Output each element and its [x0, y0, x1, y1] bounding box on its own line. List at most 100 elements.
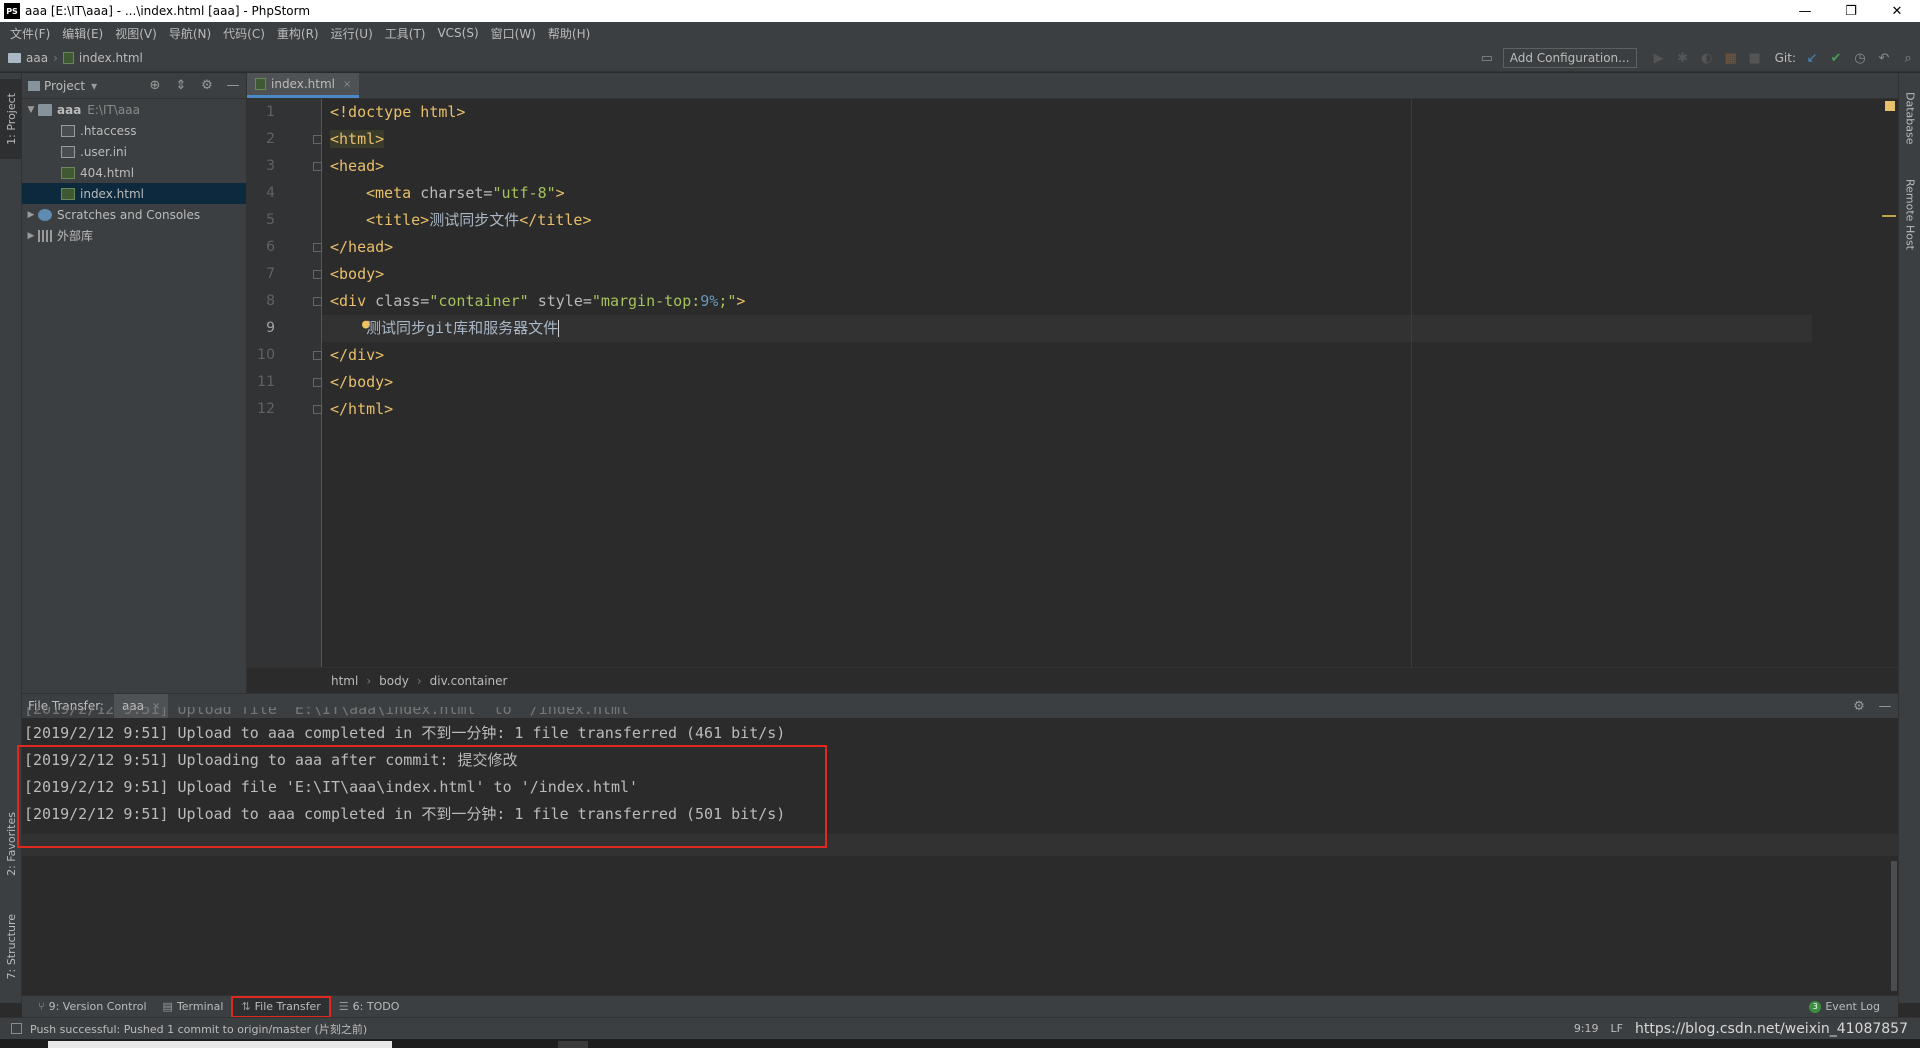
tree-item-user-ini[interactable]: .user.ini [22, 141, 246, 162]
tool-windows-toggle-icon[interactable] [11, 1023, 22, 1034]
menu-window[interactable]: 窗口(W) [485, 25, 542, 42]
code-token: "utf-8" [492, 184, 556, 202]
fold-marker-icon[interactable] [313, 243, 322, 252]
project-panel: Project ▾ ⊕ ⇕ ⚙ — ▼ aaa E:\IT\aaa .htacc… [22, 73, 247, 693]
code-line-12: </html> [330, 396, 393, 423]
hide-panel-icon[interactable]: — [220, 78, 246, 93]
file-transfer-tool-button[interactable]: ⇅ File Transfer [231, 995, 331, 1018]
git-rollback-icon[interactable]: ↶ [1872, 46, 1896, 70]
menu-file[interactable]: 文件(F) [4, 25, 56, 42]
code-line-11: </body> [330, 369, 393, 396]
nav-project-label: aaa [26, 50, 49, 65]
menu-run[interactable]: 运行(U) [325, 25, 379, 42]
editor-tab-index-html[interactable]: index.html × [247, 73, 360, 98]
tree-item-index-html[interactable]: index.html [22, 183, 246, 204]
log-line: [2019/2/12 9:51] Upload to aaa completed… [24, 724, 786, 742]
code-line-5: <title>测试同步文件</title> [366, 207, 591, 234]
line-separator[interactable]: LF [1611, 1022, 1623, 1035]
code-line-4: <meta charset="utf-8"> [366, 180, 565, 207]
version-control-tool-button[interactable]: ⑂ 9: Version Control [30, 996, 155, 1018]
taskbar-window[interactable] [558, 1041, 588, 1048]
menu-code[interactable]: 代码(C) [217, 25, 271, 42]
menu-edit[interactable]: 编辑(E) [56, 25, 109, 42]
close-window-button[interactable]: ✕ [1874, 0, 1920, 22]
tree-item-404-html[interactable]: 404.html [22, 162, 246, 183]
git-update-icon[interactable]: ↙ [1800, 46, 1824, 70]
fold-marker-icon[interactable] [313, 378, 322, 387]
tree-item-htaccess[interactable]: .htaccess [22, 120, 246, 141]
search-icon[interactable]: ⌕ [1896, 46, 1920, 70]
git-commit-icon[interactable]: ✔ [1824, 46, 1848, 70]
todo-tool-button[interactable]: ☰ 6: TODO [331, 996, 408, 1018]
menu-view[interactable]: 视图(V) [109, 25, 163, 42]
chevron-down-icon[interactable]: ▾ [91, 79, 97, 93]
editor-gutter[interactable]: 1 2 3 4 5 6 7 8 9 10 11 12 [247, 99, 322, 667]
database-tool-tab[interactable]: Database [1899, 83, 1920, 153]
debug-icon[interactable]: ✱ [1671, 46, 1695, 70]
nav-separator: › [53, 50, 58, 65]
log-scrollbar[interactable] [1891, 861, 1897, 991]
expand-arrow-icon[interactable]: ▶ [24, 231, 38, 241]
tree-item-external-libraries[interactable]: ▶ 外部库 [22, 225, 246, 246]
layout-icon[interactable]: ▭ [1475, 46, 1499, 70]
taskbar-window[interactable] [48, 1041, 392, 1048]
maximize-button[interactable]: ❐ [1828, 0, 1874, 22]
minimize-button[interactable]: — [1782, 0, 1828, 22]
code-content[interactable]: <!doctype html> <html> <head> <meta char… [322, 99, 1898, 667]
menu-refactor[interactable]: 重构(R) [271, 25, 325, 42]
nav-crumb-project[interactable]: aaa [8, 51, 48, 65]
expand-arrow-icon[interactable]: ▶ [24, 210, 38, 220]
editor-area: index.html × 1 2 3 4 5 6 7 8 9 10 11 12 … [247, 73, 1898, 693]
breadcrumb-html[interactable]: html [331, 674, 358, 688]
menu-help[interactable]: 帮助(H) [542, 25, 596, 42]
run-icon[interactable]: ▶ [1647, 46, 1671, 70]
tree-item-label: .user.ini [80, 144, 127, 159]
file-transfer-label: File Transfer [254, 1000, 321, 1013]
status-message[interactable]: Push successful: Pushed 1 commit to orig… [30, 1021, 367, 1037]
line-number: 10 [257, 347, 275, 363]
profile-icon[interactable]: ▦ [1719, 46, 1743, 70]
code-token: <title> [366, 211, 430, 229]
add-configuration-button[interactable]: Add Configuration... [1502, 48, 1637, 68]
collapse-all-icon[interactable]: ⇕ [168, 78, 194, 93]
fold-marker-icon[interactable] [313, 351, 322, 360]
editor-scrollbar[interactable] [1880, 99, 1898, 667]
code-line-9: 测试同步git库和服务器文件 [366, 315, 560, 342]
hide-panel-icon[interactable]: — [1872, 699, 1898, 714]
stop-icon[interactable]: ■ [1743, 46, 1767, 70]
tree-item-root[interactable]: ▼ aaa E:\IT\aaa [22, 99, 246, 120]
close-tab-icon[interactable]: × [343, 79, 351, 90]
line-number: 3 [266, 158, 275, 174]
project-tool-tab[interactable]: 1: Project [0, 79, 22, 159]
breadcrumb-body[interactable]: body [379, 674, 409, 688]
gear-icon[interactable]: ⚙ [194, 78, 220, 93]
left-tool-strip: 1: Project 2: Favorites 7: Structure [0, 73, 22, 1003]
structure-tool-tab[interactable]: 7: Structure [0, 899, 22, 995]
breadcrumb-div-container[interactable]: div.container [430, 674, 508, 688]
expand-arrow-icon[interactable]: ▼ [24, 105, 38, 115]
menu-tools[interactable]: 工具(T) [379, 25, 432, 42]
tree-item-label: 404.html [80, 165, 135, 180]
coverage-icon[interactable]: ◐ [1695, 46, 1719, 70]
git-history-icon[interactable]: ◷ [1848, 46, 1872, 70]
scroll-marker[interactable] [1882, 215, 1896, 217]
menu-vcs[interactable]: VCS(S) [431, 26, 484, 40]
remote-host-tool-tab[interactable]: Remote Host [1899, 169, 1920, 259]
fold-marker-icon[interactable] [313, 270, 322, 279]
fold-marker-icon[interactable] [313, 405, 322, 414]
tree-item-label: .htaccess [80, 123, 137, 138]
locate-icon[interactable]: ⊕ [142, 78, 168, 93]
nav-crumb-file[interactable]: index.html [62, 51, 143, 65]
event-log-tool-button[interactable]: 3 Event Log [1801, 996, 1888, 1018]
gear-icon[interactable]: ⚙ [1846, 699, 1872, 714]
menu-navigate[interactable]: 导航(N) [163, 25, 217, 42]
inspection-status-icon[interactable] [1885, 101, 1895, 111]
project-view-selector[interactable]: Project [44, 79, 85, 93]
fold-marker-icon[interactable] [313, 162, 322, 171]
fold-marker-icon[interactable] [313, 135, 322, 144]
caret-position[interactable]: 9:19 [1574, 1022, 1599, 1035]
terminal-tool-button[interactable]: ▤ Terminal [155, 996, 232, 1018]
fold-marker-icon[interactable] [313, 297, 322, 306]
tree-item-label: 外部库 [57, 229, 94, 243]
tree-item-scratches[interactable]: ▶ Scratches and Consoles [22, 204, 246, 225]
